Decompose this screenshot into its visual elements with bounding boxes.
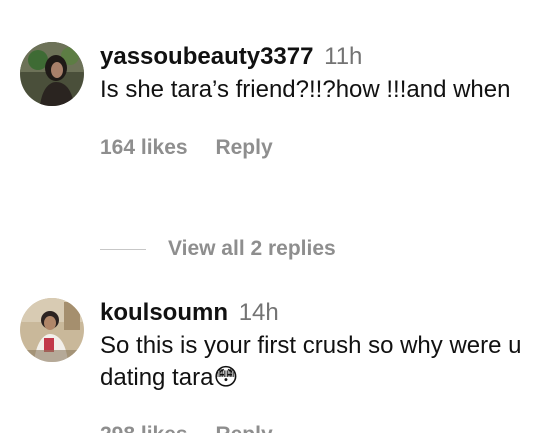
comment-body: yassoubeauty3377 11h Is she tara’s frien… [100,42,533,160]
avatar[interactable] [20,298,84,362]
likes-count[interactable]: 298 likes [100,423,188,433]
comment-header: yassoubeauty3377 11h [100,42,533,72]
view-replies-label[interactable]: View all 2 replies [168,237,336,261]
reply-button[interactable]: Reply [215,136,272,159]
comment-actions: 164 likes Reply [100,136,533,160]
avatar[interactable] [20,42,84,106]
comment-header: koulsoumn 14h [100,298,533,328]
username[interactable]: koulsoumn [100,299,228,326]
divider-line [100,248,146,250]
avatar-photo-icon [20,298,84,362]
comment-text: Is she tara’s friend?!!?how !!!and when [100,76,511,103]
username[interactable]: yassoubeauty3377 [100,43,313,70]
comment-actions: 298 likes Reply [100,422,400,433]
timestamp: 11h [324,43,363,70]
avatar-photo-icon [20,42,84,106]
comment-body: koulsoumn 14h So this is your first crus… [100,298,533,394]
timestamp: 14h [238,299,279,326]
likes-count[interactable]: 164 likes [100,136,188,159]
comment-text: So this is your first crush so why were … [100,332,522,391]
view-replies-toggle[interactable]: View all 2 replies [100,236,336,262]
reply-button[interactable]: Reply [215,423,272,433]
